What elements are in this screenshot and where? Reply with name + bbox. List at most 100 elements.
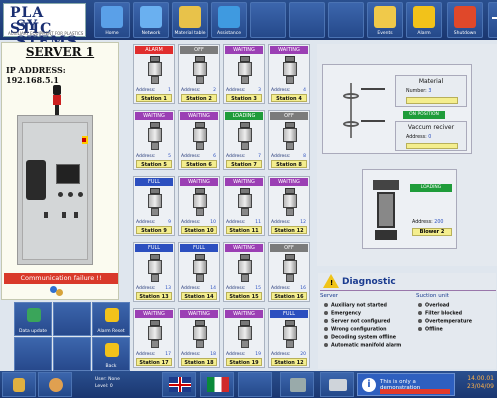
toolbar-button-label: Events — [377, 31, 393, 36]
station-address-value: 3 — [258, 88, 261, 93]
station-card[interactable]: ALARM Address: 1 Station 1 — [133, 44, 175, 104]
company-logo: PLA STIC SY STEMS AUXILIARY EQUIPMENT FO… — [3, 3, 86, 50]
server-diagnostic-item: Server not configured — [324, 319, 390, 325]
events-icon — [374, 6, 396, 28]
station-card[interactable]: FULL Address: 14 Station 14 — [178, 242, 220, 302]
material-arrow-bottom — [361, 120, 385, 122]
diagnostic-item-label: Auxiliary not started — [331, 303, 387, 309]
folder-icon — [179, 6, 201, 28]
station-name: Station 9 — [136, 226, 172, 234]
left-button-0[interactable]: Data update — [14, 302, 52, 336]
station-card[interactable]: WAITING Address: 11 Station 11 — [223, 176, 265, 236]
material-arrow-top — [361, 88, 385, 90]
toolbar-extra-button[interactable] — [488, 2, 497, 38]
alarm-icon — [413, 6, 435, 28]
blower-panel: LOADING Address: 200 Blower 2 — [362, 169, 457, 249]
globe-icon — [218, 6, 240, 28]
user-button[interactable] — [38, 372, 72, 397]
station-card[interactable]: WAITING Address: 5 Station 5 — [133, 110, 175, 170]
station-card[interactable]: FULL Address: 13 Station 13 — [133, 242, 175, 302]
station-address-value: 20 — [300, 352, 306, 357]
station-address-label: Address: — [226, 286, 246, 291]
toolbar-button-1[interactable]: Network — [133, 2, 169, 38]
diagnostic-header: ! Diagnostic — [320, 273, 496, 291]
user-info: User: None Level: 0 — [95, 376, 120, 390]
hopper-icon — [238, 188, 252, 218]
station-status: WAITING — [180, 112, 218, 120]
communication-status: Communication failure !! — [4, 273, 118, 284]
diagnostic-item-label: Filter blocked — [425, 311, 463, 317]
station-card[interactable]: FULL Address: 9 Station 9 — [133, 176, 175, 236]
station-card[interactable]: WAITING Address: 4 Station 4 — [268, 44, 310, 104]
station-address-value: 2 — [213, 88, 216, 93]
station-name: Station 11 — [226, 226, 262, 234]
receiver-address-label: Address: — [406, 135, 427, 140]
station-name: Station 15 — [226, 292, 262, 300]
left-button-5[interactable]: Back — [92, 337, 130, 371]
status-led-icon — [418, 303, 422, 307]
station-card[interactable]: LOADING Address: 7 Station 7 — [223, 110, 265, 170]
station-card[interactable]: OFF Address: 2 Station 2 — [178, 44, 220, 104]
left-button-4[interactable] — [53, 337, 91, 371]
keys-button[interactable] — [2, 372, 36, 397]
hopper-icon — [283, 122, 297, 152]
network-settings-button[interactable] — [280, 372, 314, 397]
status-led-icon — [418, 327, 422, 331]
level-value: 0 — [109, 384, 113, 389]
receiver-title: Vaccum reciver — [407, 124, 455, 131]
suction-section-title: Suction unit — [416, 293, 449, 299]
english-language-button[interactable] — [162, 372, 196, 397]
station-card[interactable]: WAITING Address: 15 Station 15 — [223, 242, 265, 302]
clock-date: 23/04/09 — [467, 383, 494, 390]
station-card[interactable]: WAITING Address: 6 Station 6 — [178, 110, 220, 170]
station-card[interactable]: OFF Address: 8 Station 8 — [268, 110, 310, 170]
italian-language-button[interactable] — [200, 372, 234, 397]
station-card[interactable]: WAITING Address: 10 Station 10 — [178, 176, 220, 236]
toolbar-button-0[interactable]: Home — [94, 2, 130, 38]
station-address-value: 14 — [210, 286, 216, 291]
station-address-value: 17 — [165, 352, 171, 357]
left-button-label: Back — [105, 364, 117, 369]
station-card[interactable]: WAITING Address: 3 Station 3 — [223, 44, 265, 104]
station-address-label: Address: — [226, 220, 246, 225]
right-panel: Material Number: 3 ON POSITION Vaccum re… — [317, 44, 497, 266]
toolbar-button-2[interactable]: Material table — [172, 2, 208, 38]
left-button-2[interactable]: Alarm Reset — [92, 302, 130, 336]
toolbar-button-9[interactable]: Shutdown — [447, 2, 483, 38]
station-status: OFF — [270, 112, 308, 120]
left-button-label: Data update — [18, 329, 48, 334]
station-address-value: 7 — [258, 154, 261, 159]
station-card[interactable]: WAITING Address: 17 Station 17 — [133, 308, 175, 368]
diagnostic-item-label: Overtemperature — [425, 319, 472, 325]
toolbar-button-label: Network — [141, 31, 161, 36]
status-led-icon — [418, 319, 422, 323]
station-status: ALARM — [135, 46, 173, 54]
empty-bottom-button-1[interactable] — [238, 372, 272, 397]
station-card[interactable]: WAITING Address: 19 Station 19 — [223, 308, 265, 368]
station-address-label: Address: — [181, 352, 201, 357]
ip-value: 192.168.5.1 — [6, 75, 59, 85]
left-button-1[interactable] — [53, 302, 91, 336]
power-icon — [454, 6, 476, 28]
toolbar-button-5[interactable] — [289, 2, 325, 38]
toolbar-button-4[interactable] — [250, 2, 286, 38]
toolbar-button-7[interactable]: Events — [367, 2, 403, 38]
logo-tagline: AUXILIARY EQUIPMENT FOR PLASTICS — [8, 31, 84, 36]
diagnostic-item-label: Overload — [425, 303, 450, 309]
station-name: Station 16 — [271, 292, 307, 300]
station-card[interactable]: WAITING Address: 18 Station 18 — [178, 308, 220, 368]
toolbar-button-8[interactable]: Alarm — [406, 2, 442, 38]
hopper-icon — [283, 254, 297, 284]
suction-diagnostic-item: Overload — [418, 303, 449, 309]
station-card[interactable]: FULL Address: 20 Station 12 — [268, 308, 310, 368]
station-card[interactable]: WAITING Address: 12 Station 12 — [268, 176, 310, 236]
toolbar-button-3[interactable]: Assistance — [211, 2, 247, 38]
station-address-label: Address: — [136, 352, 156, 357]
station-card[interactable]: OFF Address: 16 Station 16 — [268, 242, 310, 302]
toolbar-button-6[interactable] — [328, 2, 364, 38]
station-address-label: Address: — [136, 220, 156, 225]
left-button-3[interactable] — [14, 337, 52, 371]
print-button[interactable] — [320, 372, 354, 397]
hopper-icon — [238, 254, 252, 284]
info-icon: i — [362, 378, 376, 392]
